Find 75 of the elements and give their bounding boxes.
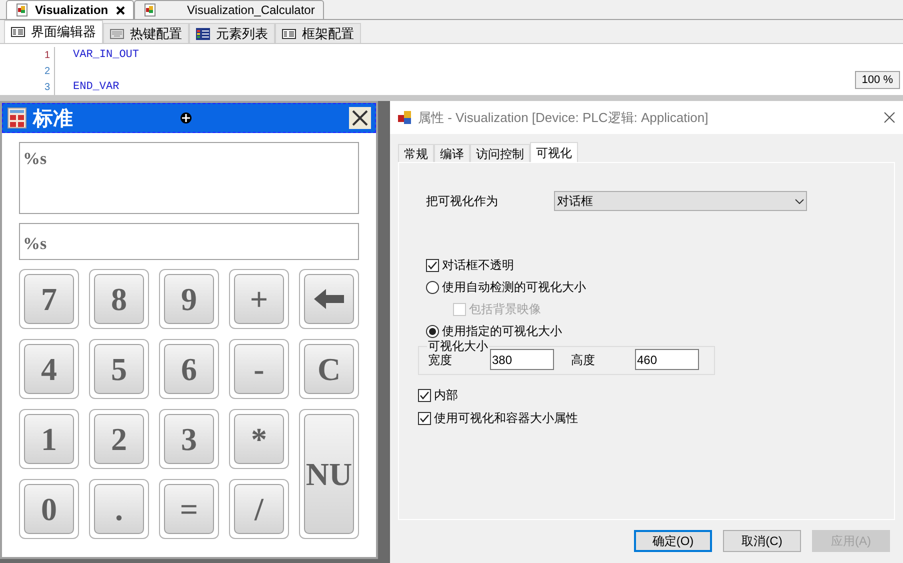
document-icon — [143, 3, 157, 17]
input-display: %s — [19, 223, 359, 260]
calculator-key[interactable]: = — [164, 484, 214, 534]
calculator-key[interactable]: 6 — [164, 344, 214, 394]
radio-button[interactable] — [426, 324, 439, 338]
calculator-key[interactable]: C — [304, 344, 354, 394]
list-icon — [282, 28, 296, 38]
close-button[interactable] — [349, 107, 371, 129]
dropdown-value: 对话框 — [557, 193, 594, 210]
close-icon[interactable] — [884, 112, 895, 123]
option-label: 包括背景映像 — [469, 301, 541, 318]
dialog-tab[interactable]: 访问控制 — [470, 144, 530, 162]
checkbox[interactable] — [418, 412, 431, 424]
calculator-key[interactable]: 9 — [164, 274, 214, 324]
list-icon — [11, 27, 25, 37]
code-text: END_VAR — [73, 80, 120, 95]
calculator-key[interactable]: 4 — [24, 344, 74, 394]
code-text: VAR_IN_OUT — [73, 48, 140, 63]
calculator-key[interactable]: 1 — [24, 414, 74, 464]
editor-subtab[interactable]: 热键配置 — [103, 23, 189, 43]
move-handle-icon[interactable] — [180, 112, 192, 124]
dialog-tab[interactable]: 可视化 — [530, 142, 578, 162]
dialog-tab[interactable]: 编译 — [434, 144, 470, 162]
dialog-title: 属性 - Visualization [Device: PLC逻辑: Application] — [418, 108, 708, 127]
chevron-down-icon — [795, 198, 804, 204]
left-arrow-icon — [314, 289, 344, 309]
result-display: %s — [19, 142, 359, 214]
type-dropdown[interactable]: 对话框 — [554, 191, 807, 211]
editor-subtab[interactable]: 界面编辑器 — [4, 20, 103, 43]
calculator-key[interactable]: - — [234, 344, 284, 394]
line-number: 1 — [43, 48, 51, 62]
dialog-button[interactable]: 确定(O) — [634, 530, 712, 552]
calculator-key[interactable]: / — [234, 484, 284, 534]
editor-subtab[interactable]: 框架配置 — [275, 23, 361, 43]
radio-button[interactable] — [426, 280, 439, 294]
field-label: 宽度 — [428, 352, 453, 368]
backspace-key[interactable] — [304, 274, 354, 324]
option-label: 使用可视化和容器大小属性 — [434, 410, 578, 427]
dialog-button[interactable]: 取消(C) — [723, 530, 801, 552]
option-label: 对话框不透明 — [442, 257, 514, 274]
field-label: 高度 — [571, 352, 596, 368]
calculator-key[interactable]: * — [234, 414, 284, 464]
document-icon — [15, 3, 29, 17]
window-icon — [398, 110, 412, 124]
editor-tab[interactable]: Visualization_Calculator — [134, 0, 324, 19]
calculator-key[interactable]: 2 — [94, 414, 144, 464]
calculator-key[interactable]: + — [234, 274, 284, 324]
calculator-key[interactable]: 5 — [94, 344, 144, 394]
calculator-icon — [7, 107, 27, 129]
option-label: 内部 — [434, 387, 458, 404]
calculator-title: 标准 — [33, 105, 73, 132]
height-field[interactable]: 460 — [635, 349, 699, 370]
calculator-key[interactable]: 0 — [24, 484, 74, 534]
checkbox[interactable] — [418, 388, 431, 402]
width-field[interactable]: 380 — [490, 349, 554, 370]
keyboard-icon — [110, 28, 124, 38]
option-label: 使用自动检测的可视化大小 — [442, 279, 586, 296]
dialog-tab[interactable]: 常规 — [398, 144, 434, 162]
option-label: 使用指定的可视化大小 — [442, 323, 562, 340]
calculator-key[interactable]: 8 — [94, 274, 144, 324]
close-icon — [351, 109, 369, 127]
calculator-key[interactable]: 7 — [24, 274, 74, 324]
editor-tab[interactable]: Visualization — [6, 0, 134, 19]
editor-subtab[interactable]: 元素列表 — [189, 23, 275, 43]
line-number: 3 — [43, 80, 51, 94]
field-label: 把可视化作为 — [426, 193, 499, 210]
close-icon[interactable] — [116, 6, 125, 14]
calculator-key[interactable]: NU — [304, 414, 354, 534]
calculator-key[interactable]: . — [94, 484, 144, 534]
checkbox[interactable] — [426, 258, 439, 272]
line-number: 2 — [43, 64, 51, 78]
calculator-key[interactable]: 3 — [164, 414, 214, 464]
zoom-level[interactable]: 100 % — [854, 71, 900, 89]
group-title: 可视化大小 — [427, 340, 489, 352]
table-icon — [196, 28, 210, 40]
